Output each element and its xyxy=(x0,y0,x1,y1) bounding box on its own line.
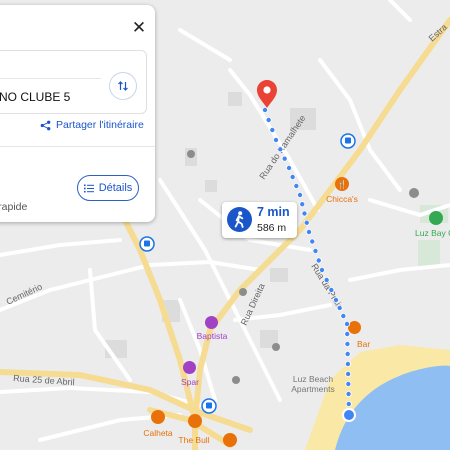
route-dot xyxy=(285,164,292,171)
bus-stop-icon[interactable] xyxy=(201,398,217,414)
svg-text:🍴: 🍴 xyxy=(337,179,347,189)
swap-icon xyxy=(118,81,128,91)
route-dot xyxy=(277,146,284,153)
route-dot xyxy=(345,380,352,387)
poi-dot-icon xyxy=(232,376,240,384)
route-dot xyxy=(293,182,300,189)
route-distance: 586 m xyxy=(257,222,287,234)
route-dot xyxy=(344,350,351,357)
route-dot xyxy=(340,312,347,319)
route-dot xyxy=(345,370,352,377)
poi-dot-icon xyxy=(239,288,247,296)
route-dot xyxy=(265,117,272,124)
route-dot xyxy=(344,330,351,337)
details-button[interactable]: Détails xyxy=(77,175,139,201)
route-dot xyxy=(296,191,303,198)
route-dot xyxy=(269,127,276,134)
route-dot xyxy=(312,247,319,254)
route-dot xyxy=(344,340,351,347)
share-label: Partager l'itinéraire xyxy=(56,119,144,131)
bus-stop-icon[interactable] xyxy=(139,236,155,252)
route-dot xyxy=(323,276,330,283)
place-label-the-bull: The Bull xyxy=(178,435,209,445)
list-icon xyxy=(83,184,94,192)
route-dot xyxy=(305,228,312,235)
bus-stop-icon[interactable] xyxy=(340,133,356,149)
close-button[interactable]: ✕ xyxy=(128,17,150,39)
place-label-bar: Bar xyxy=(357,339,370,349)
place-label-luz-bay: Luz Bay Clu xyxy=(415,228,450,238)
route-dot xyxy=(309,238,316,245)
route-dot xyxy=(318,266,325,273)
route-dot xyxy=(343,320,350,327)
share-route-link[interactable]: Partager l'itinéraire xyxy=(40,119,144,131)
route-dot xyxy=(345,390,352,397)
origin-marker[interactable] xyxy=(342,408,356,422)
route-dot xyxy=(272,136,279,143)
route-inputs: ANO CLUBE 5 xyxy=(0,50,147,114)
route-dot xyxy=(289,173,296,180)
directions-panel: ✕ ANO CLUBE 5 Partager l'itinéraire Déta… xyxy=(0,5,155,222)
destination-field[interactable]: ANO CLUBE 5 xyxy=(0,90,70,104)
route-dot xyxy=(345,400,352,407)
route-dot xyxy=(332,296,339,303)
place-label-spar: Spar xyxy=(181,377,199,387)
details-label: Détails xyxy=(98,182,133,194)
place-label-luz-beach: Luz Beach Apartments xyxy=(291,374,334,394)
share-icon xyxy=(40,120,51,130)
route-dot xyxy=(344,360,351,367)
poi-dot-icon xyxy=(187,150,195,158)
fastest-route-text: s rapide xyxy=(0,201,28,213)
place-label-chiccas: Chicca's xyxy=(326,194,358,204)
poi-dot-icon xyxy=(409,188,419,198)
route-dot xyxy=(281,155,288,162)
route-dot xyxy=(261,107,268,114)
restaurant-icon[interactable] xyxy=(223,433,237,447)
place-label-baptista: Baptista xyxy=(197,331,228,341)
origin-field[interactable] xyxy=(0,78,101,79)
swap-button[interactable] xyxy=(109,72,137,100)
walking-icon xyxy=(227,207,252,232)
place-label-calheta: Calheta xyxy=(143,428,173,438)
poi-dot-icon xyxy=(272,343,280,351)
route-duration: 7 min xyxy=(257,205,290,219)
route-dot xyxy=(336,304,343,311)
route-dot xyxy=(315,257,322,264)
route-time-badge[interactable]: 7 min 586 m xyxy=(222,202,297,238)
route-dot xyxy=(328,286,335,293)
close-icon: ✕ xyxy=(131,18,147,37)
panel-divider xyxy=(0,146,155,147)
route-dot xyxy=(303,219,310,226)
route-dot xyxy=(301,210,308,217)
route-dot xyxy=(299,201,306,208)
place-luz-beach[interactable]: Luz Beach Apartments xyxy=(291,374,334,394)
